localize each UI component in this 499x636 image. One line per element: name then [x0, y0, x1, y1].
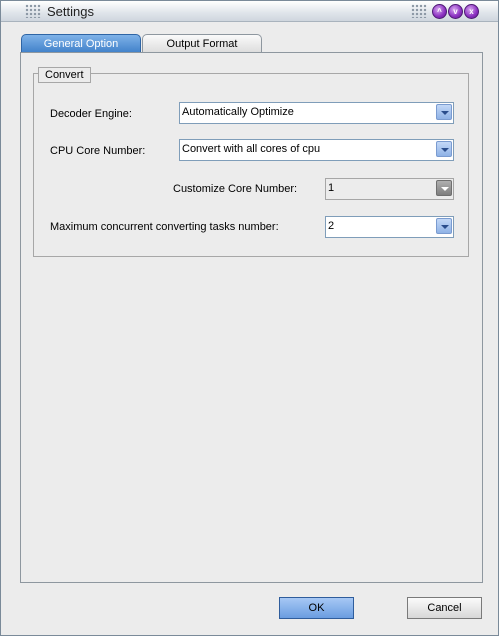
customize-core-number-label: Customize Core Number:	[173, 183, 298, 195]
cpu-core-number-label: CPU Core Number:	[50, 145, 146, 157]
decoder-engine-value: Automatically Optimize	[182, 106, 294, 118]
decoder-engine-label: Decoder Engine:	[50, 108, 132, 120]
convert-group-title: Convert	[38, 67, 91, 83]
grip-icon	[411, 4, 427, 18]
cancel-button[interactable]: Cancel	[407, 597, 482, 619]
convert-group: Convert Decoder Engine: Automatically Op…	[33, 67, 469, 257]
max-concurrent-tasks-value: 2	[328, 220, 335, 232]
restore-button[interactable]: v	[448, 4, 463, 19]
customize-core-number-select: 1	[325, 178, 454, 200]
max-concurrent-tasks-label: Maximum concurrent converting tasks numb…	[50, 221, 279, 233]
close-button[interactable]: x	[464, 4, 479, 19]
max-concurrent-tasks-select[interactable]: 2	[325, 216, 454, 238]
cpu-core-number-value: Convert with all cores of cpu	[182, 143, 321, 155]
customize-core-number-value: 1	[328, 182, 335, 194]
title-bar[interactable]: Settings ^ v x	[1, 1, 498, 22]
chevron-down-icon[interactable]	[436, 104, 452, 120]
chevron-down-icon	[436, 180, 452, 196]
chevron-down-icon[interactable]	[436, 141, 452, 157]
chevron-down-icon[interactable]	[436, 218, 452, 234]
tab-output-format[interactable]: Output Format	[142, 34, 262, 53]
tab-general-option[interactable]: General Option	[21, 34, 141, 53]
minimize-button[interactable]: ^	[432, 4, 447, 19]
settings-window: Settings ^ v x General Option Output For…	[0, 0, 499, 636]
cpu-core-number-select[interactable]: Convert with all cores of cpu	[179, 139, 454, 161]
decoder-engine-select[interactable]: Automatically Optimize	[179, 102, 454, 124]
ok-button[interactable]: OK	[279, 597, 354, 619]
tab-panel: Convert Decoder Engine: Automatically Op…	[20, 52, 483, 583]
grip-icon	[25, 4, 41, 18]
window-title: Settings	[47, 4, 94, 19]
